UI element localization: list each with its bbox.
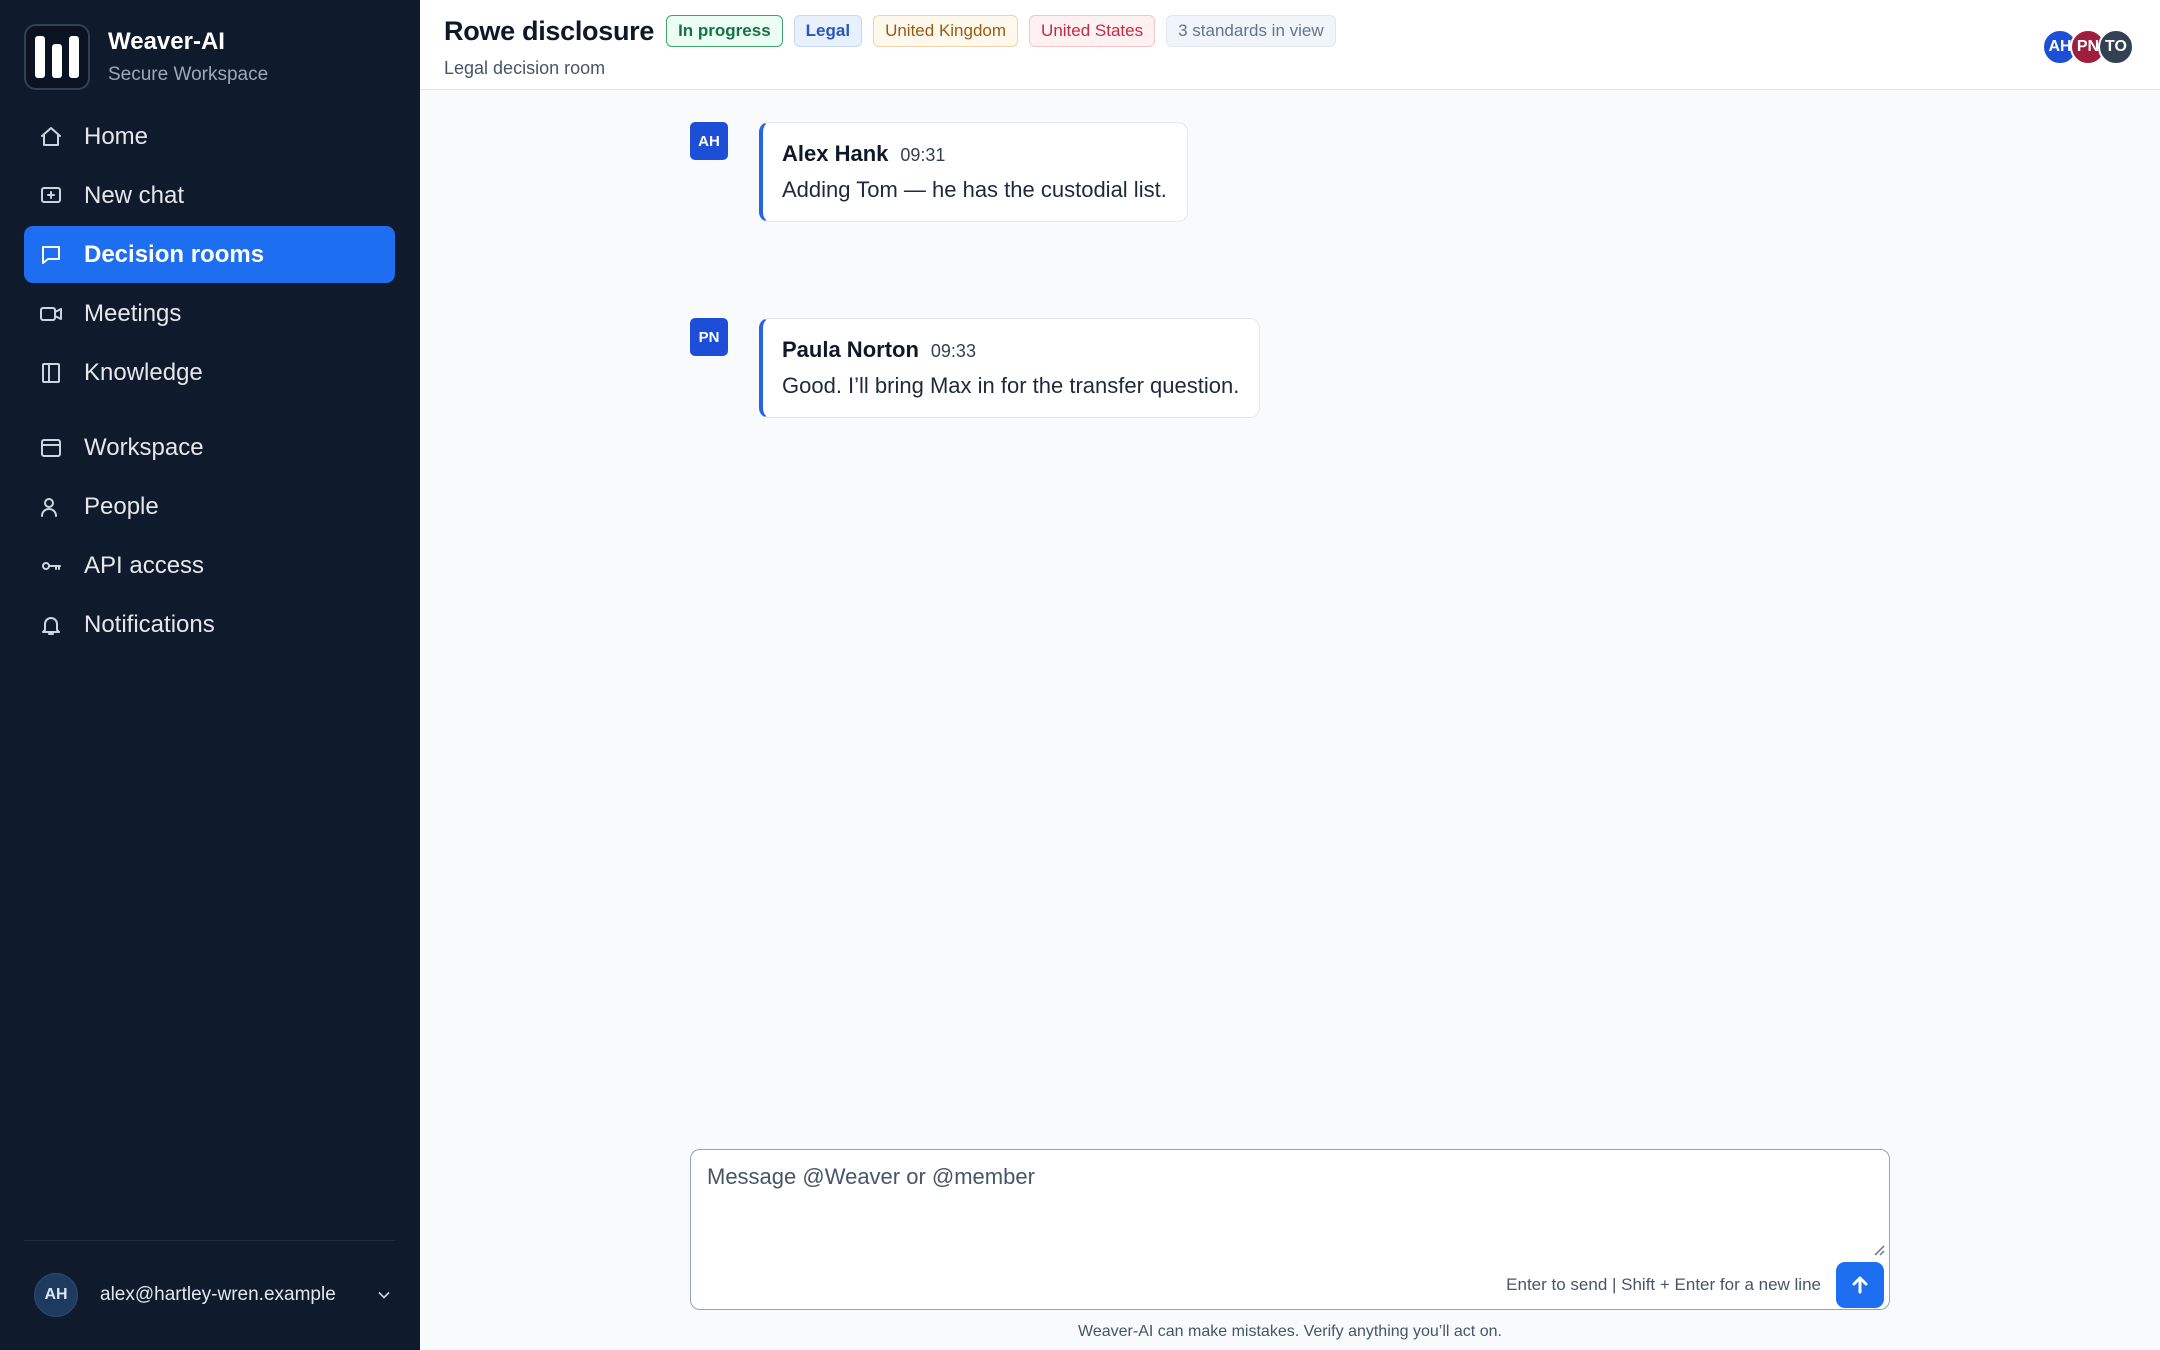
sidebar-item-workspace[interactable]: Workspace xyxy=(24,419,395,476)
sidebar-item-people[interactable]: People xyxy=(24,478,395,535)
room-header: Rowe disclosure In progress Legal United… xyxy=(420,0,2160,90)
message: PN Paula Norton 09:33 Good. I’ll bring M… xyxy=(690,318,1261,418)
message-bubble: Paula Norton 09:33 Good. I’ll bring Max … xyxy=(759,318,1261,418)
sidebar-item-home[interactable]: Home xyxy=(24,108,395,165)
account-email: alex@hartley-wren.example xyxy=(100,1284,336,1305)
page-subtitle: Legal decision room xyxy=(444,58,606,78)
sidebar-item-label: Meetings xyxy=(84,299,182,327)
sidebar: Weaver-AI Secure Workspace Home New chat… xyxy=(0,0,420,1350)
message-author: Paula Norton xyxy=(782,337,919,362)
sidebar-divider xyxy=(24,1240,395,1241)
sidebar-item-new-chat[interactable]: New chat xyxy=(24,167,395,224)
chat-bubble-icon xyxy=(38,242,64,268)
standards-badge[interactable]: 3 standards in view xyxy=(1166,15,1336,47)
sidebar-item-knowledge[interactable]: Knowledge xyxy=(24,344,395,401)
sidebar-item-notifications[interactable]: Notifications xyxy=(24,596,395,653)
avatar: AH xyxy=(690,122,728,160)
arrow-up-icon xyxy=(1852,1276,1868,1294)
message-composer: Enter to send | Shift + Enter for a new … xyxy=(690,1149,1890,1310)
sidebar-item-api-access[interactable]: API access xyxy=(24,537,395,594)
composer-hint: Enter to send | Shift + Enter for a new … xyxy=(1506,1275,1821,1294)
status-badge: In progress xyxy=(666,15,783,47)
message-bubble: Alex Hank 09:31 Adding Tom — he has the … xyxy=(759,122,1188,222)
sidebar-item-meetings[interactable]: Meetings xyxy=(24,285,395,342)
person-icon xyxy=(38,494,64,520)
jurisdiction-badge-uk: United Kingdom xyxy=(873,15,1019,47)
message: AH Alex Hank 09:31 Adding Tom — he has t… xyxy=(690,122,1188,222)
avatar: PN xyxy=(690,318,728,356)
sidebar-item-label: New chat xyxy=(84,181,185,209)
message-text: Good. I’ll bring Max in for the transfer… xyxy=(782,373,1240,398)
disclaimer: Weaver-AI can make mistakes. Verify anyt… xyxy=(1078,1323,1502,1340)
video-icon xyxy=(38,301,64,327)
brand-name: Weaver-AI xyxy=(108,28,225,55)
new-chat-icon xyxy=(38,183,64,209)
send-button[interactable] xyxy=(1836,1262,1884,1308)
avatar: AH xyxy=(34,1273,78,1317)
participant-avatars[interactable]: AH PN TO xyxy=(2042,29,2134,65)
account-menu[interactable]: AH alex@hartley-wren.example xyxy=(34,1272,394,1318)
sidebar-item-label: Home xyxy=(84,122,149,150)
window-icon xyxy=(38,435,64,461)
book-icon xyxy=(38,360,64,386)
message-timestamp: 09:33 xyxy=(930,341,976,361)
sidebar-nav: Home New chat Decision rooms Meetings Kn… xyxy=(24,108,395,655)
sidebar-item-label: Notifications xyxy=(84,610,215,638)
sidebar-item-label: API access xyxy=(84,551,205,579)
home-icon xyxy=(38,124,64,150)
page-title: Rowe disclosure xyxy=(444,15,655,46)
sidebar-item-label: Workspace xyxy=(84,433,204,461)
sidebar-item-label: People xyxy=(84,492,159,520)
chevron-down-icon xyxy=(378,1291,390,1299)
bell-icon xyxy=(38,612,64,638)
message-timestamp: 09:31 xyxy=(900,145,946,165)
key-icon xyxy=(38,553,64,579)
brand: Weaver-AI Secure Workspace xyxy=(24,24,268,90)
jurisdiction-badge-us: United States xyxy=(1029,15,1156,47)
resize-handle-icon[interactable] xyxy=(1871,1242,1885,1256)
brand-subtitle: Secure Workspace xyxy=(108,64,269,85)
practice-badge: Legal xyxy=(793,15,863,47)
message-input[interactable] xyxy=(707,1164,1867,1264)
message-author: Alex Hank xyxy=(782,141,889,166)
weaver-logo-icon xyxy=(24,24,90,90)
sidebar-item-decision-rooms[interactable]: Decision rooms xyxy=(24,226,395,283)
message-text: Adding Tom — he has the custodial list. xyxy=(782,177,1167,202)
sidebar-item-label: Knowledge xyxy=(84,358,203,386)
participant-avatar[interactable]: TO xyxy=(2098,29,2134,65)
sidebar-item-label: Decision rooms xyxy=(84,240,265,268)
